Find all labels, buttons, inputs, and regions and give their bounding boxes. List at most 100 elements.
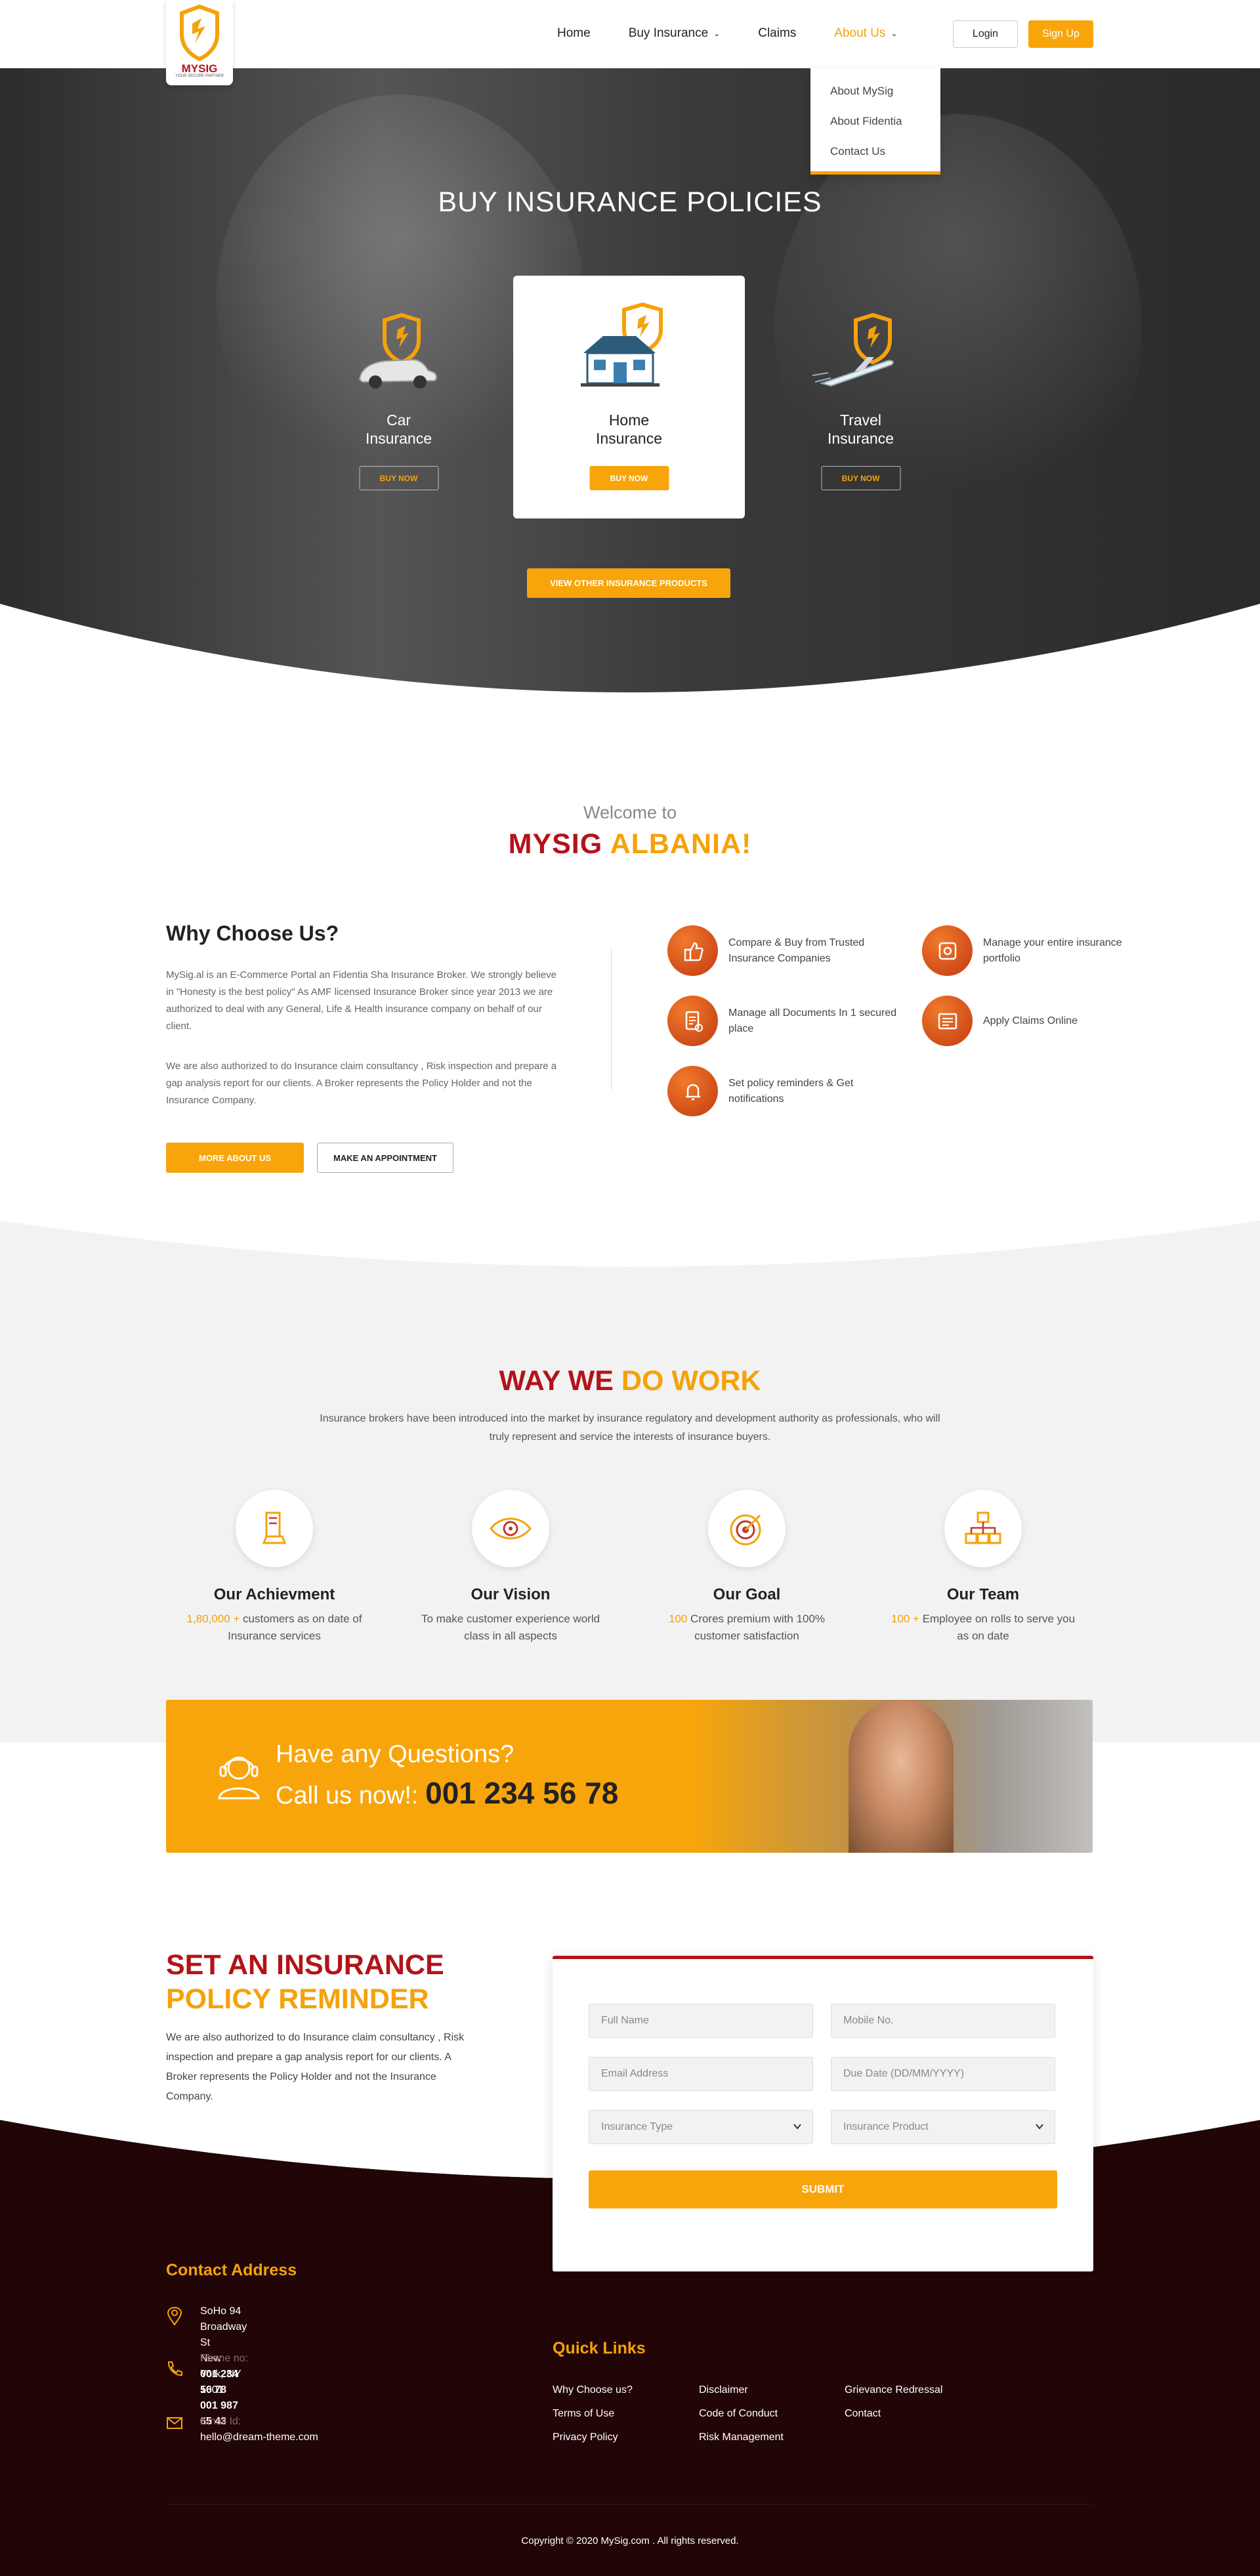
hero-bottom-curve xyxy=(0,604,1260,735)
nav-home[interactable]: Home xyxy=(557,26,591,41)
mobile-input[interactable]: Mobile No. xyxy=(831,2004,1055,2038)
quick-links-col-2: Disclaimer Code of Conduct Risk Manageme… xyxy=(699,2378,784,2449)
feature-reminders: Set policy reminders & Get notifications xyxy=(667,1066,899,1116)
travel-insurance-icon xyxy=(812,312,894,387)
chevron-down-icon: ⌄ xyxy=(713,29,721,38)
product-card-car[interactable]: Car Insurance BUY NOW xyxy=(283,276,514,518)
link-disclaimer[interactable]: Disclaimer xyxy=(699,2378,784,2402)
why-paragraph-1: MySig.al is an E-Commerce Portal an Fide… xyxy=(166,969,556,1032)
insurance-type-select[interactable]: Insurance Type xyxy=(589,2110,813,2144)
work-item-desc: 100 Crores premium with 100% customer sa… xyxy=(648,1611,845,1645)
bell-icon xyxy=(667,1066,718,1116)
chevron-down-icon: ⌄ xyxy=(891,29,898,38)
work-subtitle: Insurance brokers have been introduced i… xyxy=(320,1413,940,1443)
link-risk-management[interactable]: Risk Management xyxy=(699,2426,784,2449)
page: MYSIG YOUR SECURE PARTNER Home Buy Insur… xyxy=(0,0,1260,2576)
buy-now-travel-button[interactable]: BUY NOW xyxy=(821,466,900,490)
main-nav: Home Buy Insurance ⌄ Claims About Us ⌄ xyxy=(557,24,936,43)
nav-buy-insurance[interactable]: Buy Insurance ⌄ xyxy=(629,26,721,41)
link-terms-of-use[interactable]: Terms of Use xyxy=(553,2402,633,2426)
email-block: Email Id: hello@dream-theme.com xyxy=(200,2414,318,2445)
mail-icon xyxy=(167,2417,182,2429)
target-icon xyxy=(708,1490,786,1567)
work-item-title: Our Vision xyxy=(471,1586,551,1603)
signup-button[interactable]: Sign Up xyxy=(1028,20,1093,48)
work-item-goal: Our Goal 100 Crores premium with 100% cu… xyxy=(648,1490,845,1645)
buy-now-home-button[interactable]: BUY NOW xyxy=(589,466,669,490)
work-item-desc: 1,80,000 + customers as on date of Insur… xyxy=(176,1611,373,1645)
full-name-input[interactable]: Full Name xyxy=(589,2004,813,2038)
portfolio-icon xyxy=(922,925,973,976)
link-why-choose-us[interactable]: Why Choose us? xyxy=(553,2378,633,2402)
questions-heading: Have any Questions? xyxy=(276,1741,514,1768)
work-item-highlight: 100 + xyxy=(891,1613,919,1625)
feature-documents-text: Manage all Documents In 1 secured place xyxy=(728,1007,897,1034)
call-us-phone[interactable]: 001 234 56 78 xyxy=(425,1776,618,1810)
feature-reminders-text: Set policy reminders & Get notifications xyxy=(728,1077,854,1105)
divider xyxy=(611,948,612,1089)
work-item-highlight: 100 xyxy=(668,1613,688,1625)
work-title: WAY WE DO WORK xyxy=(0,1365,1260,1397)
work-item-team: Our Team 100 + Employee on rolls to serv… xyxy=(885,1490,1082,1645)
compare-icon xyxy=(667,925,718,976)
questions-banner: Have any Questions? Call us now!: 001 23… xyxy=(166,1700,1093,1853)
about-us-dropdown: About MySig About Fidentia Contact Us xyxy=(810,68,940,175)
headset-icon xyxy=(218,1756,260,1800)
welcome-country: ALBANIA! xyxy=(610,828,752,860)
email-link[interactable]: hello@dream-theme.com xyxy=(200,2430,318,2445)
feature-documents: Manage all Documents In 1 secured place xyxy=(667,996,899,1046)
menu-item-about-fidentia[interactable]: About Fidentia xyxy=(830,106,921,137)
product-title-travel: Travel Insurance xyxy=(827,412,894,447)
link-code-of-conduct[interactable]: Code of Conduct xyxy=(699,2402,784,2426)
link-grievance-redressal[interactable]: Grievance Redressal xyxy=(845,2378,942,2402)
link-privacy-policy[interactable]: Privacy Policy xyxy=(553,2426,633,2449)
reminder-title: SET AN INSURANCE POLICY REMINDER xyxy=(166,1948,444,2016)
make-appointment-button[interactable]: MAKE AN APPOINTMENT xyxy=(317,1143,453,1173)
logo[interactable]: MYSIG YOUR SECURE PARTNER xyxy=(166,0,233,85)
buy-now-car-button[interactable]: BUY NOW xyxy=(359,466,438,490)
nav-buy-insurance-label: Buy Insurance xyxy=(628,26,709,40)
call-us-label: Call us now!: xyxy=(276,1782,419,1809)
menu-item-contact-us[interactable]: Contact Us xyxy=(830,137,921,167)
product-card-home[interactable]: Home Insurance BUY NOW xyxy=(513,276,745,518)
product-title-car: Car Insurance xyxy=(365,412,432,447)
call-us-line: Call us now!: 001 234 56 78 xyxy=(276,1775,618,1811)
chevron-down-icon xyxy=(1036,2124,1043,2130)
work-item-achievement: Our Achievment 1,80,000 + customers as o… xyxy=(176,1490,373,1645)
nav-about-us[interactable]: About Us ⌄ xyxy=(834,26,897,41)
insurance-product-value: Insurance Product xyxy=(843,2121,929,2132)
product-title-home: Home Insurance xyxy=(595,412,662,447)
welcome-line: Welcome to xyxy=(583,803,677,822)
work-item-desc-text: Employee on rolls to serve you as on dat… xyxy=(919,1613,1076,1642)
nav-home-label: Home xyxy=(557,26,591,40)
feature-claims-text: Apply Claims Online xyxy=(983,1015,1078,1026)
login-button[interactable]: Login xyxy=(953,20,1018,48)
feature-portfolio-text: Manage your entire insurance portfolio xyxy=(983,937,1122,964)
feature-compare: Compare & Buy from Trusted Insurance Com… xyxy=(667,925,899,976)
more-about-us-button[interactable]: MORE ABOUT US xyxy=(166,1143,304,1173)
work-title-a: WAY WE xyxy=(499,1365,614,1397)
insurance-product-select[interactable]: Insurance Product xyxy=(831,2110,1055,2144)
due-date-input[interactable]: Due Date (DD/MM/YYYY) xyxy=(831,2057,1055,2091)
quick-links-col-1: Why Choose us? Terms of Use Privacy Poli… xyxy=(553,2378,633,2449)
work-item-title: Our Achievment xyxy=(213,1586,335,1603)
submit-button[interactable]: SUBMIT xyxy=(589,2170,1057,2208)
phone-label: Phone no: xyxy=(200,2353,248,2364)
documents-icon xyxy=(667,996,718,1046)
menu-item-about-mysig[interactable]: About MySig xyxy=(830,76,921,106)
welcome-heading: MYSIG ALBANIA! xyxy=(0,828,1260,860)
nav-claims-label: Claims xyxy=(758,26,797,40)
nav-about-us-label: About Us xyxy=(834,26,886,40)
insurance-type-value: Insurance Type xyxy=(601,2121,673,2132)
link-contact[interactable]: Contact xyxy=(845,2402,942,2426)
nav-claims[interactable]: Claims xyxy=(758,26,796,41)
reminder-form: Full Name Mobile No. Email Address Due D… xyxy=(553,1956,1093,2271)
product-card-travel[interactable]: Travel Insurance BUY NOW xyxy=(745,276,976,518)
home-insurance-icon xyxy=(580,302,663,387)
logo-text: MYSIG xyxy=(181,62,218,75)
work-item-desc-text: customers as on date of Insurance servic… xyxy=(228,1613,362,1642)
work-item-desc: 100 + Employee on rolls to serve you as … xyxy=(885,1611,1082,1645)
email-input[interactable]: Email Address xyxy=(589,2057,813,2091)
team-icon xyxy=(944,1490,1022,1567)
work-item-desc-text: Crores premium with 100% customer satisf… xyxy=(687,1613,826,1642)
